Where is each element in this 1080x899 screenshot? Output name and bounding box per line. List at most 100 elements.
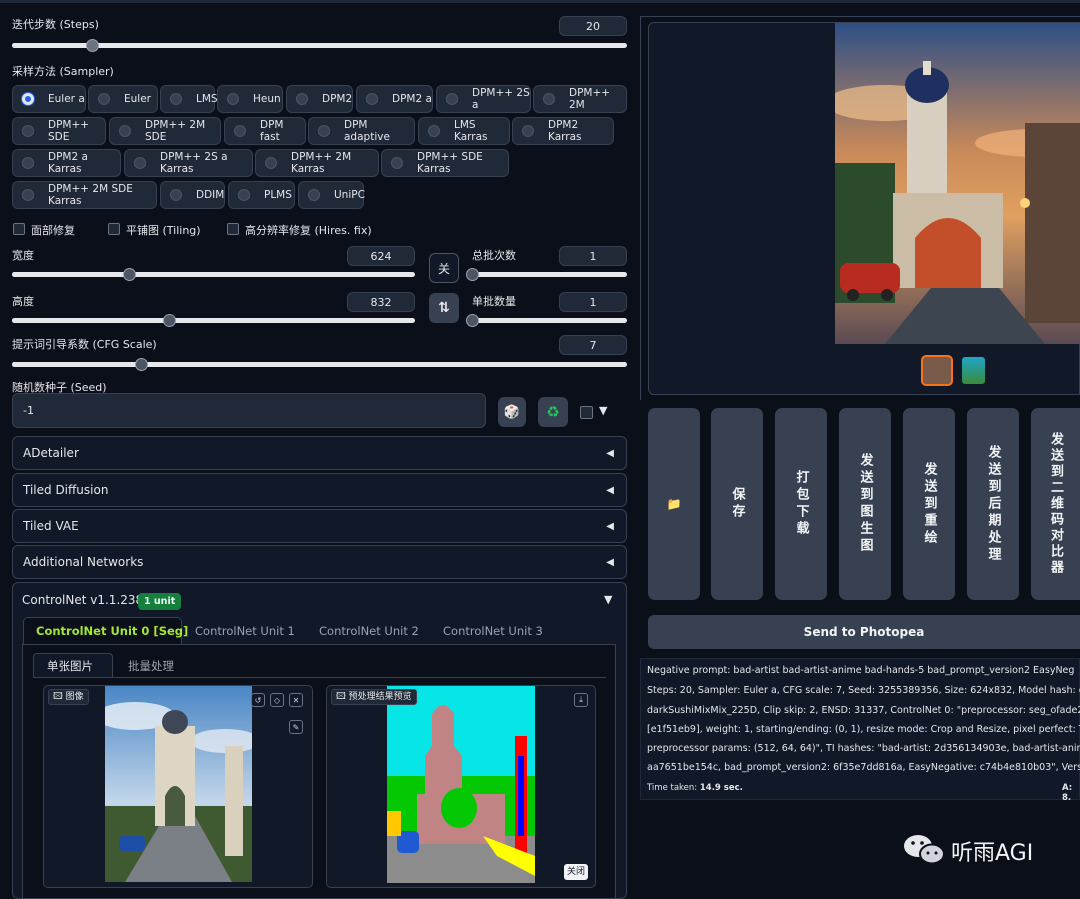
sampler-option[interactable]: Euler xyxy=(88,85,158,113)
sampler-option[interactable]: DPM adaptive xyxy=(308,117,415,145)
sampler-option[interactable]: DPM++ SDE Karras xyxy=(381,149,509,177)
radio-button[interactable] xyxy=(22,157,34,169)
radio-button[interactable] xyxy=(22,125,34,137)
tiled-diffusion-accordion[interactable]: Tiled Diffusion ◀ xyxy=(12,473,627,507)
save-button[interactable]: 保存 xyxy=(711,408,763,600)
tiling-checkbox[interactable] xyxy=(108,223,120,235)
thumbnail-2[interactable] xyxy=(962,357,985,384)
lock-aspect-icon[interactable]: 关 xyxy=(429,253,459,283)
send-to-extras-button[interactable]: 发送到后期处理 xyxy=(967,408,1019,600)
subtab-batch[interactable]: 批量处理 xyxy=(128,658,174,674)
radio-button[interactable] xyxy=(170,189,182,201)
height-slider[interactable] xyxy=(12,314,415,327)
hires-fix-checkbox[interactable] xyxy=(227,223,239,235)
sampler-option[interactable]: DDIM xyxy=(160,181,225,209)
undo-icon[interactable]: ↺ xyxy=(251,693,265,707)
sampler-option[interactable]: DPM2 a Karras xyxy=(12,149,121,177)
sampler-option[interactable]: DPM2 Karras xyxy=(512,117,614,145)
radio-button[interactable] xyxy=(522,125,534,137)
sampler-option[interactable]: DPM fast xyxy=(224,117,306,145)
steps-input[interactable]: 20 xyxy=(559,16,627,36)
radio-button[interactable] xyxy=(296,93,308,105)
radio-button[interactable] xyxy=(366,93,378,105)
input-image-box[interactable]: 🖾 图像 ↺ ◇ ✕ ✎ xyxy=(43,685,313,888)
send-to-photopea-button[interactable]: Send to Photopea xyxy=(648,615,1080,649)
download-icon[interactable]: ⤓ xyxy=(574,693,588,707)
radio-button[interactable] xyxy=(391,157,403,169)
radio-button[interactable] xyxy=(22,189,34,201)
radio-button[interactable] xyxy=(234,125,246,137)
slider-thumb[interactable] xyxy=(122,268,136,281)
sampler-option[interactable]: DPM++ 2S a Karras xyxy=(124,149,253,177)
subtab-single-image[interactable]: 单张图片 xyxy=(47,658,93,674)
radio-button[interactable] xyxy=(98,93,110,105)
recycle-icon[interactable]: ♻ xyxy=(538,397,568,427)
sampler-option[interactable]: DPM++ 2M SDE xyxy=(109,117,221,145)
sampler-option[interactable]: Euler a xyxy=(12,85,86,113)
generated-image[interactable] xyxy=(835,23,1080,344)
cfg-input[interactable]: 7 xyxy=(559,335,627,355)
sampler-option[interactable]: DPM++ 2M Karras xyxy=(255,149,379,177)
slider-thumb[interactable] xyxy=(466,268,479,281)
sampler-option[interactable]: DPM++ 2M SDE Karras xyxy=(12,181,157,209)
send-to-img2img-button[interactable]: 发送到图生图 xyxy=(839,408,891,600)
additional-networks-accordion[interactable]: Additional Networks ◀ xyxy=(12,545,627,579)
sampler-option[interactable]: UniPC xyxy=(298,181,365,209)
sampler-option[interactable]: LMS xyxy=(160,85,218,113)
radio-button[interactable] xyxy=(227,93,239,105)
radio-button[interactable] xyxy=(265,157,277,169)
swap-dimensions-icon[interactable]: ⇅ xyxy=(429,293,459,323)
sampler-option[interactable]: DPM2 a xyxy=(356,85,433,113)
expand-arrow-icon[interactable]: ▼ xyxy=(604,593,612,606)
radio-button[interactable] xyxy=(318,125,330,137)
close-icon[interactable]: ✕ xyxy=(289,693,303,707)
slider-thumb[interactable] xyxy=(85,39,99,52)
seed-input[interactable]: -1 xyxy=(12,393,486,428)
adetailer-accordion[interactable]: ADetailer ◀ xyxy=(12,436,627,470)
zip-download-button[interactable]: 打包下载 xyxy=(775,408,827,600)
radio-button[interactable] xyxy=(238,189,250,201)
sampler-option[interactable]: Heun xyxy=(217,85,283,113)
brush-icon[interactable]: ✎ xyxy=(289,720,303,734)
tiled-vae-accordion[interactable]: Tiled VAE ◀ xyxy=(12,509,627,543)
radio-button[interactable] xyxy=(543,93,555,105)
dice-icon[interactable]: 🎲 xyxy=(498,397,526,427)
tab-unit-3[interactable]: ControlNet Unit 3 xyxy=(443,624,543,638)
controlnet-title[interactable]: ControlNet v1.1.238 xyxy=(22,593,143,607)
width-slider[interactable] xyxy=(12,268,415,281)
radio-button[interactable] xyxy=(119,125,131,137)
width-input[interactable]: 624 xyxy=(347,246,415,266)
send-to-qr-button[interactable]: 发送到二维码对比器 xyxy=(1031,408,1080,600)
radio-button[interactable] xyxy=(308,189,320,201)
batch-size-slider[interactable] xyxy=(466,314,627,327)
face-restore-checkbox[interactable] xyxy=(13,223,25,235)
close-preview-button[interactable]: 关闭 xyxy=(564,864,589,880)
extra-seed-arrow-icon[interactable]: ▼ xyxy=(599,404,607,417)
thumbnail-1[interactable] xyxy=(921,355,953,386)
sampler-option[interactable]: PLMS xyxy=(228,181,295,209)
preview-image-box[interactable]: 🖾 预处理结果预览 ⤓ 关闭 xyxy=(326,685,596,888)
sampler-option[interactable]: LMS Karras xyxy=(418,117,510,145)
batch-count-slider[interactable] xyxy=(466,268,627,281)
tab-unit-0[interactable]: ControlNet Unit 0 [Seg] xyxy=(36,624,188,638)
slider-thumb[interactable] xyxy=(135,358,149,371)
radio-button[interactable] xyxy=(428,125,440,137)
tab-unit-1[interactable]: ControlNet Unit 1 xyxy=(195,624,295,638)
radio-button[interactable] xyxy=(170,93,182,105)
radio-button[interactable] xyxy=(446,93,458,105)
height-input[interactable]: 832 xyxy=(347,292,415,312)
open-folder-button[interactable]: 📁 xyxy=(648,408,700,600)
radio-button[interactable] xyxy=(22,93,34,105)
sampler-option[interactable]: DPM++ 2S a xyxy=(436,85,531,113)
radio-button[interactable] xyxy=(134,157,146,169)
sampler-option[interactable]: DPM++ SDE xyxy=(12,117,106,145)
slider-thumb[interactable] xyxy=(163,314,177,327)
batch-size-input[interactable]: 1 xyxy=(559,292,627,312)
tab-unit-2[interactable]: ControlNet Unit 2 xyxy=(319,624,419,638)
slider-thumb[interactable] xyxy=(466,314,479,327)
sampler-option[interactable]: DPM++ 2M xyxy=(533,85,627,113)
send-to-inpaint-button[interactable]: 发送到重绘 xyxy=(903,408,955,600)
cfg-slider[interactable] xyxy=(12,358,627,371)
steps-slider[interactable] xyxy=(12,39,627,52)
sampler-option[interactable]: DPM2 xyxy=(286,85,353,113)
